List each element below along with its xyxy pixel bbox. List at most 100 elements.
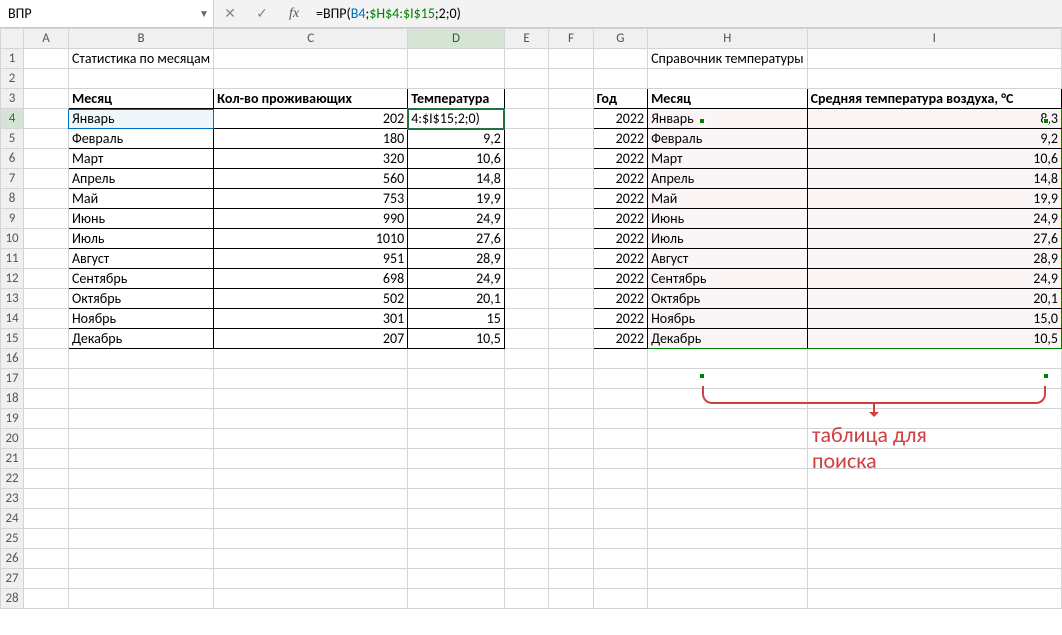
cell-D21[interactable] xyxy=(408,449,505,469)
cell-B22[interactable] xyxy=(68,469,213,489)
cell-D2[interactable] xyxy=(408,69,505,89)
row-header-10[interactable]: 10 xyxy=(1,229,24,249)
cell-D6[interactable]: 10,6 xyxy=(408,149,505,169)
cell-D11[interactable]: 28,9 xyxy=(408,249,505,269)
cell-C27[interactable] xyxy=(214,569,408,589)
cell-C20[interactable] xyxy=(214,429,408,449)
cell-A11[interactable] xyxy=(24,249,69,269)
cell-C1[interactable] xyxy=(214,49,408,69)
cell-F11[interactable] xyxy=(549,249,593,269)
cell-C28[interactable] xyxy=(214,589,408,609)
cell-A4[interactable] xyxy=(24,109,69,129)
col-header-H[interactable]: H xyxy=(648,29,808,49)
cell-H2[interactable] xyxy=(648,69,808,89)
cell-H13[interactable]: Октябрь xyxy=(648,289,808,309)
cell-F20[interactable] xyxy=(549,429,593,449)
cell-H10[interactable]: Июль xyxy=(648,229,808,249)
cell-A21[interactable] xyxy=(24,449,69,469)
cell-B15[interactable]: Декабрь xyxy=(68,329,213,349)
cell-E8[interactable] xyxy=(504,189,548,209)
cell-B12[interactable]: Сентябрь xyxy=(68,269,213,289)
cell-H22[interactable] xyxy=(648,469,808,489)
cell-C21[interactable] xyxy=(214,449,408,469)
cell-E2[interactable] xyxy=(504,69,548,89)
cell-B27[interactable] xyxy=(68,569,213,589)
cell-C12[interactable]: 698 xyxy=(214,269,408,289)
cell-E28[interactable] xyxy=(504,589,548,609)
cell-F19[interactable] xyxy=(549,409,593,429)
col-header-I[interactable]: I xyxy=(807,29,1061,49)
cell-I7[interactable]: 14,8 xyxy=(807,169,1061,189)
row-header-5[interactable]: 5 xyxy=(1,129,24,149)
cell-H9[interactable]: Июнь xyxy=(648,209,808,229)
name-box[interactable] xyxy=(0,0,195,27)
cell-I4[interactable]: 8,3 xyxy=(807,109,1061,129)
cell-D3[interactable]: Температура xyxy=(408,89,505,109)
cell-A19[interactable] xyxy=(24,409,69,429)
cell-A8[interactable] xyxy=(24,189,69,209)
cell-G23[interactable] xyxy=(593,489,647,509)
formula-input[interactable]: =ВПР(B4;$H$4:$I$15;2;0) xyxy=(310,5,1062,22)
cell-C4[interactable]: 202 xyxy=(214,109,408,129)
cell-D20[interactable] xyxy=(408,429,505,449)
cell-C3[interactable]: Кол-во проживающих xyxy=(214,89,408,109)
cell-I24[interactable] xyxy=(807,509,1061,529)
cell-B9[interactable]: Июнь xyxy=(68,209,213,229)
col-header-E[interactable]: E xyxy=(504,29,548,49)
cell-F13[interactable] xyxy=(549,289,593,309)
cell-I21[interactable] xyxy=(807,449,1061,469)
cell-I28[interactable] xyxy=(807,589,1061,609)
cell-F28[interactable] xyxy=(549,589,593,609)
col-header-C[interactable]: C xyxy=(214,29,408,49)
cell-C23[interactable] xyxy=(214,489,408,509)
cell-I15[interactable]: 10,5 xyxy=(807,329,1061,349)
cell-F15[interactable] xyxy=(549,329,593,349)
cell-H20[interactable] xyxy=(648,429,808,449)
worksheet[interactable]: ABCDEFGHI 1Статистика по месяцамСправочн… xyxy=(0,28,1062,609)
cell-E16[interactable] xyxy=(504,349,548,369)
cell-D15[interactable]: 10,5 xyxy=(408,329,505,349)
cell-F23[interactable] xyxy=(549,489,593,509)
cell-G27[interactable] xyxy=(593,569,647,589)
cell-G20[interactable] xyxy=(593,429,647,449)
row-header-6[interactable]: 6 xyxy=(1,149,24,169)
cell-F1[interactable] xyxy=(549,49,593,69)
cell-F3[interactable] xyxy=(549,89,593,109)
cell-H7[interactable]: Апрель xyxy=(648,169,808,189)
cell-I26[interactable] xyxy=(807,549,1061,569)
cell-G1[interactable] xyxy=(593,49,647,69)
cell-A18[interactable] xyxy=(24,389,69,409)
cell-I2[interactable] xyxy=(807,69,1061,89)
cell-H3[interactable]: Месяц xyxy=(648,89,808,109)
cell-E3[interactable] xyxy=(504,89,548,109)
cell-F6[interactable] xyxy=(549,149,593,169)
row-header-23[interactable]: 23 xyxy=(1,489,24,509)
cell-A26[interactable] xyxy=(24,549,69,569)
cell-I5[interactable]: 9,2 xyxy=(807,129,1061,149)
cell-H18[interactable] xyxy=(648,389,808,409)
cell-F5[interactable] xyxy=(549,129,593,149)
cell-G21[interactable] xyxy=(593,449,647,469)
col-header-A[interactable]: A xyxy=(24,29,69,49)
cell-D9[interactable]: 24,9 xyxy=(408,209,505,229)
row-header-1[interactable]: 1 xyxy=(1,49,24,69)
cell-G26[interactable] xyxy=(593,549,647,569)
cell-F25[interactable] xyxy=(549,529,593,549)
cell-E23[interactable] xyxy=(504,489,548,509)
cell-E18[interactable] xyxy=(504,389,548,409)
cell-E22[interactable] xyxy=(504,469,548,489)
cell-B23[interactable] xyxy=(68,489,213,509)
cell-A14[interactable] xyxy=(24,309,69,329)
cell-H6[interactable]: Март xyxy=(648,149,808,169)
cell-G19[interactable] xyxy=(593,409,647,429)
cell-C22[interactable] xyxy=(214,469,408,489)
cell-E5[interactable] xyxy=(504,129,548,149)
range-handle-tl[interactable] xyxy=(699,118,705,124)
cell-D5[interactable]: 9,2 xyxy=(408,129,505,149)
cell-B16[interactable] xyxy=(68,349,213,369)
cell-G4[interactable]: 2022 xyxy=(593,109,647,129)
cell-F26[interactable] xyxy=(549,549,593,569)
cell-H19[interactable] xyxy=(648,409,808,429)
cell-I22[interactable] xyxy=(807,469,1061,489)
row-header-22[interactable]: 22 xyxy=(1,469,24,489)
